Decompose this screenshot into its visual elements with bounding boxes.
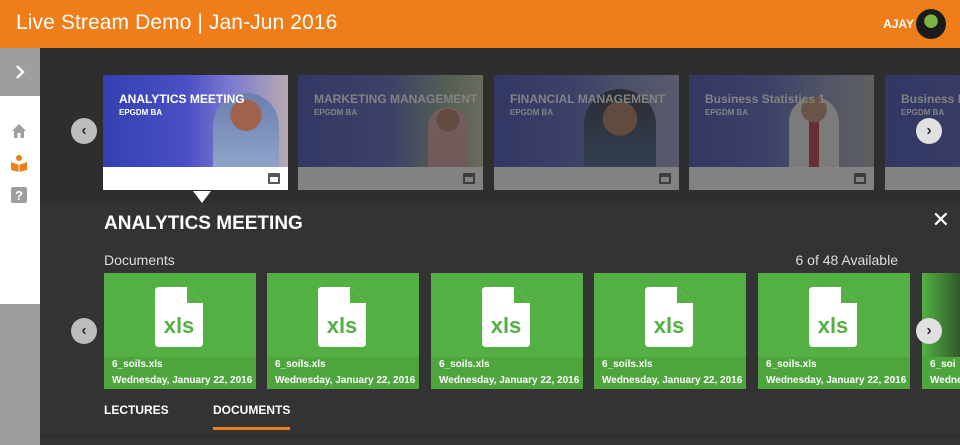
document-name: 6_soils.xls bbox=[275, 359, 326, 370]
file-type-label: xls bbox=[818, 313, 849, 338]
course-subtitle: EPGDM BA bbox=[705, 108, 749, 117]
document-card[interactable]: xls 6_soils.xls Wednesday, January 22, 2… bbox=[104, 273, 256, 389]
documents-prev-button[interactable]: ‹ bbox=[71, 318, 97, 344]
xls-file-icon: xls bbox=[318, 287, 366, 347]
book-reader-icon[interactable] bbox=[10, 154, 28, 172]
carousel-prev-button[interactable]: ‹ bbox=[71, 118, 97, 144]
xls-file-icon: xls bbox=[482, 287, 530, 347]
tray-icon bbox=[463, 173, 475, 184]
document-date: Wednesday, January 22, 2016 bbox=[766, 375, 907, 386]
presenter-image bbox=[428, 107, 468, 167]
document-date: Wednesday, January 22, 2016 bbox=[439, 375, 580, 386]
course-subtitle: EPGDM BA bbox=[314, 108, 358, 117]
sidebar-toggle-button[interactable] bbox=[0, 48, 40, 96]
app-title: Live Stream Demo | Jan-Jun 2016 bbox=[16, 11, 338, 34]
chevron-left-icon: ‹ bbox=[81, 122, 87, 139]
document-date: Wednesday, January 22, 2016 bbox=[112, 375, 253, 386]
course-thumbnail bbox=[689, 75, 874, 167]
document-date: Wednesday, January 22, 2016 bbox=[602, 375, 743, 386]
course-subtitle: EPGDM BA bbox=[510, 108, 554, 117]
chevron-right-icon: › bbox=[926, 122, 932, 139]
documents-next-button[interactable]: › bbox=[916, 318, 942, 344]
course-card-analytics-meeting[interactable]: ANALYTICS MEETING EPGDM BA bbox=[103, 75, 288, 190]
course-title: Business Ec bbox=[901, 92, 960, 106]
presenter-image bbox=[789, 97, 839, 167]
course-card-footer bbox=[494, 167, 679, 190]
course-carousel: ANALYTICS MEETING EPGDM BA MARKETING MAN… bbox=[40, 48, 960, 203]
course-card-footer bbox=[103, 167, 288, 190]
document-card[interactable]: xls 6_soils.xls Wednesday, January 22, 2… bbox=[758, 273, 910, 389]
course-card-footer bbox=[689, 167, 874, 190]
document-card[interactable]: xls 6_soils.xls Wednesday, January 22, 2… bbox=[267, 273, 419, 389]
course-title: MARKETING MANAGEMENT bbox=[314, 92, 478, 106]
details-title: ANALYTICS MEETING bbox=[104, 213, 303, 234]
tray-icon bbox=[854, 173, 866, 184]
course-card-footer bbox=[885, 167, 960, 190]
xls-file-icon: xls bbox=[809, 287, 857, 347]
document-name: 6_soils.xls bbox=[112, 359, 163, 370]
document-name: 6_soi bbox=[930, 359, 956, 370]
document-date: Wednesday, January 22, 2016 bbox=[275, 375, 416, 386]
course-title: FINANCIAL MANAGEMENT bbox=[510, 92, 666, 106]
course-title: ANALYTICS MEETING bbox=[119, 92, 245, 106]
course-card-business-statistics-1[interactable]: Business Statistics 1 EPGDM BA bbox=[689, 75, 874, 190]
divider bbox=[40, 436, 960, 437]
file-type-label: xls bbox=[491, 313, 522, 338]
sidebar: ? bbox=[0, 48, 40, 445]
course-card-financial-management[interactable]: FINANCIAL MANAGEMENT EPGDM BA bbox=[494, 75, 679, 190]
tray-icon bbox=[268, 173, 280, 184]
document-name: 6_soils.xls bbox=[766, 359, 817, 370]
close-icon: ✕ bbox=[931, 207, 950, 232]
avatar[interactable] bbox=[916, 9, 946, 39]
file-type-label: xls bbox=[164, 313, 195, 338]
selected-card-pointer bbox=[193, 191, 211, 203]
carousel-next-button[interactable]: › bbox=[916, 118, 942, 144]
sidebar-menu: ? bbox=[0, 96, 40, 304]
tray-icon bbox=[659, 173, 671, 184]
documents-label: Documents bbox=[104, 252, 175, 268]
course-title: Business Statistics 1 bbox=[705, 92, 826, 106]
document-name: 6_soils.xls bbox=[602, 359, 653, 370]
document-card[interactable]: xls 6_soils.xls Wednesday, January 22, 2… bbox=[431, 273, 583, 389]
tab-documents[interactable]: DOCUMENTS bbox=[213, 403, 291, 430]
document-card[interactable]: xls 6_soils.xls Wednesday, January 22, 2… bbox=[594, 273, 746, 389]
document-name: 6_soils.xls bbox=[439, 359, 490, 370]
course-details-panel: ANALYTICS MEETING ✕ Documents 6 of 48 Av… bbox=[40, 203, 960, 445]
course-card-marketing-management[interactable]: MARKETING MANAGEMENT EPGDM BA bbox=[298, 75, 483, 190]
xls-file-icon: xls bbox=[645, 287, 693, 347]
xls-file-icon: xls bbox=[155, 287, 203, 347]
user-name[interactable]: AJAY bbox=[883, 17, 914, 31]
app-header: Live Stream Demo | Jan-Jun 2016 AJAY bbox=[0, 0, 960, 48]
close-button[interactable]: ✕ bbox=[932, 209, 950, 231]
svg-text:?: ? bbox=[15, 188, 23, 203]
chevron-right-icon: › bbox=[926, 322, 932, 339]
course-subtitle: EPGDM BA bbox=[901, 108, 945, 117]
documents-count: 6 of 48 Available bbox=[795, 252, 899, 268]
document-date: Wedne bbox=[930, 375, 960, 386]
tab-lectures[interactable]: LECTURES bbox=[104, 403, 169, 417]
help-icon[interactable]: ? bbox=[10, 186, 28, 204]
course-card-footer bbox=[298, 167, 483, 190]
file-type-label: xls bbox=[654, 313, 685, 338]
course-subtitle: EPGDM BA bbox=[119, 108, 163, 117]
chevron-left-icon: ‹ bbox=[81, 322, 87, 339]
home-icon[interactable] bbox=[10, 122, 28, 140]
chevron-right-icon bbox=[16, 65, 25, 79]
file-type-label: xls bbox=[327, 313, 358, 338]
